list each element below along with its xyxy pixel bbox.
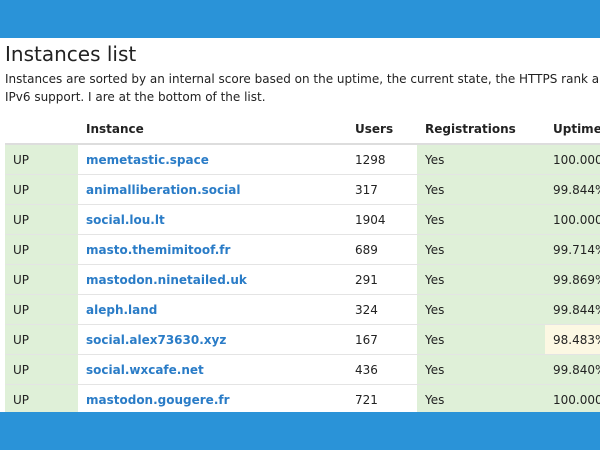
table-header-row: Instance Users Registrations Uptime: [5, 114, 600, 145]
users-cell: 167: [347, 324, 417, 355]
state-cell: UP: [5, 264, 78, 295]
instance-cell: social.lou.lt: [78, 204, 347, 235]
instance-cell: mastodon.ninetailed.uk: [78, 264, 347, 295]
instance-link[interactable]: social.lou.lt: [86, 213, 165, 227]
instance-link[interactable]: social.alex73630.xyz: [86, 333, 226, 347]
state-cell: UP: [5, 354, 78, 385]
state-cell: UP: [5, 384, 78, 412]
header-uptime[interactable]: Uptime: [545, 114, 600, 145]
table-row: UP masto.themimitoof.fr 689Yes99.714%: [5, 234, 600, 265]
state-cell: UP: [5, 324, 78, 355]
intro-text: Instances are sorted by an internal scor…: [5, 72, 600, 104]
header-state: [5, 114, 78, 145]
uptime-cell: 100.000%: [545, 143, 600, 175]
registrations-cell: Yes: [417, 234, 545, 265]
users-cell: 317: [347, 174, 417, 205]
table-row: UP memetastic.space 1298Yes100.000%: [5, 143, 600, 175]
main-content: Instances list Instances are sorted by a…: [0, 38, 600, 412]
registrations-cell: Yes: [417, 324, 545, 355]
state-cell: UP: [5, 174, 78, 205]
state-cell: UP: [5, 143, 78, 175]
uptime-cell: 98.483%: [545, 324, 600, 355]
header-registrations[interactable]: Registrations: [417, 114, 545, 145]
instance-link[interactable]: masto.themimitoof.fr: [86, 243, 230, 257]
instance-link[interactable]: mastodon.ninetailed.uk: [86, 273, 247, 287]
instance-cell: mastodon.gougere.fr: [78, 384, 347, 412]
table-row: UP mastodon.gougere.fr 721Yes100.000%: [5, 384, 600, 412]
header-users[interactable]: Users: [347, 114, 417, 145]
instance-cell: social.alex73630.xyz: [78, 324, 347, 355]
instances-table: Instance Users Registrations Uptime UP me…: [5, 114, 600, 412]
table-row: UP aleph.land 324Yes99.844%: [5, 294, 600, 325]
users-cell: 1298: [347, 143, 417, 175]
registrations-cell: Yes: [417, 174, 545, 205]
instance-link[interactable]: mastodon.gougere.fr: [86, 393, 230, 407]
users-cell: 291: [347, 264, 417, 295]
instance-cell: animalliberation.social: [78, 174, 347, 205]
users-cell: 721: [347, 384, 417, 412]
registrations-cell: Yes: [417, 143, 545, 175]
table-row: UP social.lou.lt 1904Yes100.000%: [5, 204, 600, 235]
users-cell: 1904: [347, 204, 417, 235]
state-cell: UP: [5, 204, 78, 235]
bottom-bar: [0, 412, 600, 450]
users-cell: 324: [347, 294, 417, 325]
state-cell: UP: [5, 234, 78, 265]
users-cell: 436: [347, 354, 417, 385]
users-cell: 689: [347, 234, 417, 265]
uptime-cell: 99.844%: [545, 174, 600, 205]
instance-cell: aleph.land: [78, 294, 347, 325]
header-instance[interactable]: Instance: [78, 114, 347, 145]
registrations-cell: Yes: [417, 384, 545, 412]
instance-link[interactable]: social.wxcafe.net: [86, 363, 204, 377]
uptime-cell: 100.000%: [545, 204, 600, 235]
instance-link[interactable]: animalliberation.social: [86, 183, 240, 197]
instance-link[interactable]: aleph.land: [86, 303, 157, 317]
uptime-cell: 99.714%: [545, 234, 600, 265]
registrations-cell: Yes: [417, 294, 545, 325]
instance-cell: masto.themimitoof.fr: [78, 234, 347, 265]
top-navigation-bar: [0, 0, 600, 38]
page-title: Instances list: [5, 42, 137, 66]
uptime-cell: 99.844%: [545, 294, 600, 325]
uptime-cell: 100.000%: [545, 384, 600, 412]
instance-link[interactable]: memetastic.space: [86, 153, 209, 167]
state-cell: UP: [5, 294, 78, 325]
registrations-cell: Yes: [417, 354, 545, 385]
instance-cell: social.wxcafe.net: [78, 354, 347, 385]
uptime-cell: 99.869%: [545, 264, 600, 295]
table-row: UP animalliberation.social 317Yes99.844%: [5, 174, 600, 205]
table-row: UP social.alex73630.xyz 167Yes98.483%: [5, 324, 600, 355]
table-row: UP social.wxcafe.net 436Yes99.840%: [5, 354, 600, 385]
table-row: UP mastodon.ninetailed.uk 291Yes99.869%: [5, 264, 600, 295]
registrations-cell: Yes: [417, 204, 545, 235]
uptime-cell: 99.840%: [545, 354, 600, 385]
registrations-cell: Yes: [417, 264, 545, 295]
instance-cell: memetastic.space: [78, 143, 347, 175]
